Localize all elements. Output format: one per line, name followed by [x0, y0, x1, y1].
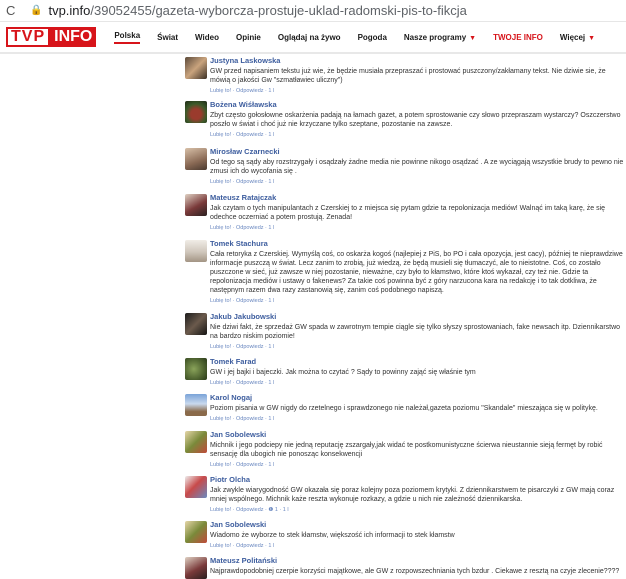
comment-actions[interactable]: Lubię to! · Odpowiedz · ❶ 1 · 1 l — [210, 506, 625, 514]
comment-item: Jan Sobolewski Wiadomo że wyborze to ste… — [185, 520, 625, 550]
avatar[interactable] — [185, 101, 207, 123]
comment-author[interactable]: Karol Nogaj — [210, 393, 625, 403]
nav-swiat[interactable]: Świat — [157, 33, 178, 42]
comment-text: Wiadomo że wyborze to stek kłamstw, więk… — [210, 532, 455, 539]
comment-item: Jakub Jakubowski Nie dziwi fakt, że sprz… — [185, 312, 625, 351]
comment-actions[interactable]: Lubię to! · Odpowiedz · 1 l — [210, 297, 625, 305]
comment-author[interactable]: Mirosław Czarnecki — [210, 147, 625, 157]
site-navbar: TVP INFO Polska Świat Wideo Opinie Ogląd… — [0, 22, 626, 54]
nav-ogladaj[interactable]: Oglądaj na żywo — [278, 33, 341, 42]
lock-icon[interactable]: 🔒 — [30, 5, 42, 16]
comment-item: Jan Sobolewski Michnik i jego podciepy n… — [185, 430, 625, 469]
avatar[interactable] — [185, 194, 207, 216]
comment-actions[interactable]: Lubię to! · Odpowiedz · 1 l — [210, 87, 625, 95]
comment-author[interactable]: Mateusz Ratajczak — [210, 193, 625, 203]
comment-text: Od tego są sądy aby rozstrzygały i osądz… — [210, 159, 624, 175]
comment-text: Zbyt często gołosłowne oskarżenia padają… — [210, 112, 621, 128]
comment-actions[interactable]: Lubię to! · Odpowiedz · 1 l — [210, 461, 625, 469]
avatar[interactable] — [185, 476, 207, 498]
comment-author[interactable]: Tomek Stachura — [210, 239, 625, 249]
chevron-down-icon: ▼ — [469, 34, 477, 42]
avatar[interactable] — [185, 431, 207, 453]
comment-item: Tomek Farad GW i jej bajki i bajeczki. J… — [185, 357, 625, 387]
nav-twoje-info[interactable]: TWOJE INFO — [493, 33, 543, 42]
comment-author[interactable]: Jan Sobolewski — [210, 430, 625, 440]
url-text[interactable]: tvp.info/39052455/gazeta-wyborcza-prostu… — [48, 3, 466, 18]
comment-item: Justyna Laskowska GW przed napisaniem te… — [185, 56, 625, 95]
avatar[interactable] — [185, 394, 207, 416]
chevron-down-icon: ▼ — [588, 34, 596, 42]
comment-text: Jak czytam o tych manipulantach z Czersk… — [210, 205, 606, 221]
comment-actions[interactable]: Lubię to! · Odpowiedz · 1 l — [210, 415, 625, 423]
comment-author[interactable]: Bożena Wiśławska — [210, 100, 625, 110]
logo-info: INFO — [50, 27, 97, 47]
comment-item: Mateusz Ratajczak Jak czytam o tych mani… — [185, 193, 625, 232]
comment-text: Poziom pisania w GW nigdy do rzetelnego … — [210, 405, 598, 412]
comment-author[interactable]: Piotr Olcha — [210, 475, 625, 485]
avatar[interactable] — [185, 240, 207, 262]
comment-actions[interactable]: Lubię to! · Odpowiedz · 1 l — [210, 542, 625, 550]
nav-nasze-programy[interactable]: Nasze programy ▼ — [404, 33, 476, 42]
comment-actions[interactable]: Lubię to! · Odpowiedz · 1 l — [210, 178, 625, 186]
nav-nasze-programy-label: Nasze programy — [403, 32, 467, 42]
comment-actions[interactable]: Lubię to! · Odpowiedz · 1 l — [210, 343, 625, 351]
avatar[interactable] — [185, 148, 207, 170]
comment-text: Michnik i jego podciepy nie jedną reputa… — [210, 442, 603, 458]
comment-author[interactable]: Justyna Laskowska — [210, 56, 625, 66]
comment-actions[interactable]: Lubię to! · Odpowiedz · 1 l — [210, 131, 625, 139]
comment-item: Bożena Wiśławska Zbyt często gołosłowne … — [185, 100, 625, 139]
comment-item: Mateusz Politański Najprawdopodobniej cz… — [185, 556, 625, 579]
comment-text: Najprawdopodobniej czerpie korzyści mają… — [210, 568, 620, 575]
comment-text: Nie dziwi fakt, że sprzedaż GW spada w z… — [210, 324, 621, 340]
comment-author[interactable]: Jakub Jakubowski — [210, 312, 625, 322]
avatar[interactable] — [185, 521, 207, 543]
comment-author[interactable]: Mateusz Politański — [210, 556, 625, 566]
comment-actions[interactable]: Lubię to! · Odpowiedz · 1 l — [210, 379, 625, 387]
comment-text: Jak zwykle wiarygodność GW okazała się p… — [210, 487, 615, 503]
avatar[interactable] — [185, 313, 207, 335]
comment-author[interactable]: Jan Sobolewski — [210, 520, 625, 530]
comment-text: Cała retoryka z Czerskiej. Wymyślą coś, … — [210, 251, 623, 294]
logo-tvp: TVP — [6, 27, 51, 47]
nav-wiecej-label: Więcej — [559, 32, 586, 42]
tvp-info-logo[interactable]: TVP INFO — [6, 27, 97, 47]
comment-item: Piotr Olcha Jak zwykle wiarygodność GW o… — [185, 475, 625, 514]
comment-item: Mirosław Czarnecki Od tego są sądy aby r… — [185, 147, 625, 186]
comment-text: GW przed napisaniem tekstu już wie, że b… — [210, 68, 606, 84]
avatar[interactable] — [185, 358, 207, 380]
comment-author[interactable]: Tomek Farad — [210, 357, 625, 367]
nav-pogoda[interactable]: Pogoda — [358, 33, 387, 42]
reload-icon[interactable]: C — [6, 3, 20, 18]
address-bar[interactable]: C 🔒 tvp.info/39052455/gazeta-wyborcza-pr… — [0, 0, 626, 22]
avatar[interactable] — [185, 57, 207, 79]
nav-opinie[interactable]: Opinie — [236, 33, 261, 42]
nav-wiecej[interactable]: Więcej ▼ — [560, 33, 595, 42]
comment-item: Tomek Stachura Cała retoryka z Czerskiej… — [185, 239, 625, 305]
comment-actions[interactable]: Lubię to! · Odpowiedz · 1 l — [210, 224, 625, 232]
comment-text: GW i jej bajki i bajeczki. Jak można to … — [210, 369, 476, 376]
nav-wideo[interactable]: Wideo — [195, 33, 219, 42]
nav-polska[interactable]: Polska — [114, 31, 141, 44]
comment-item: Karol Nogaj Poziom pisania w GW nigdy do… — [185, 393, 625, 423]
